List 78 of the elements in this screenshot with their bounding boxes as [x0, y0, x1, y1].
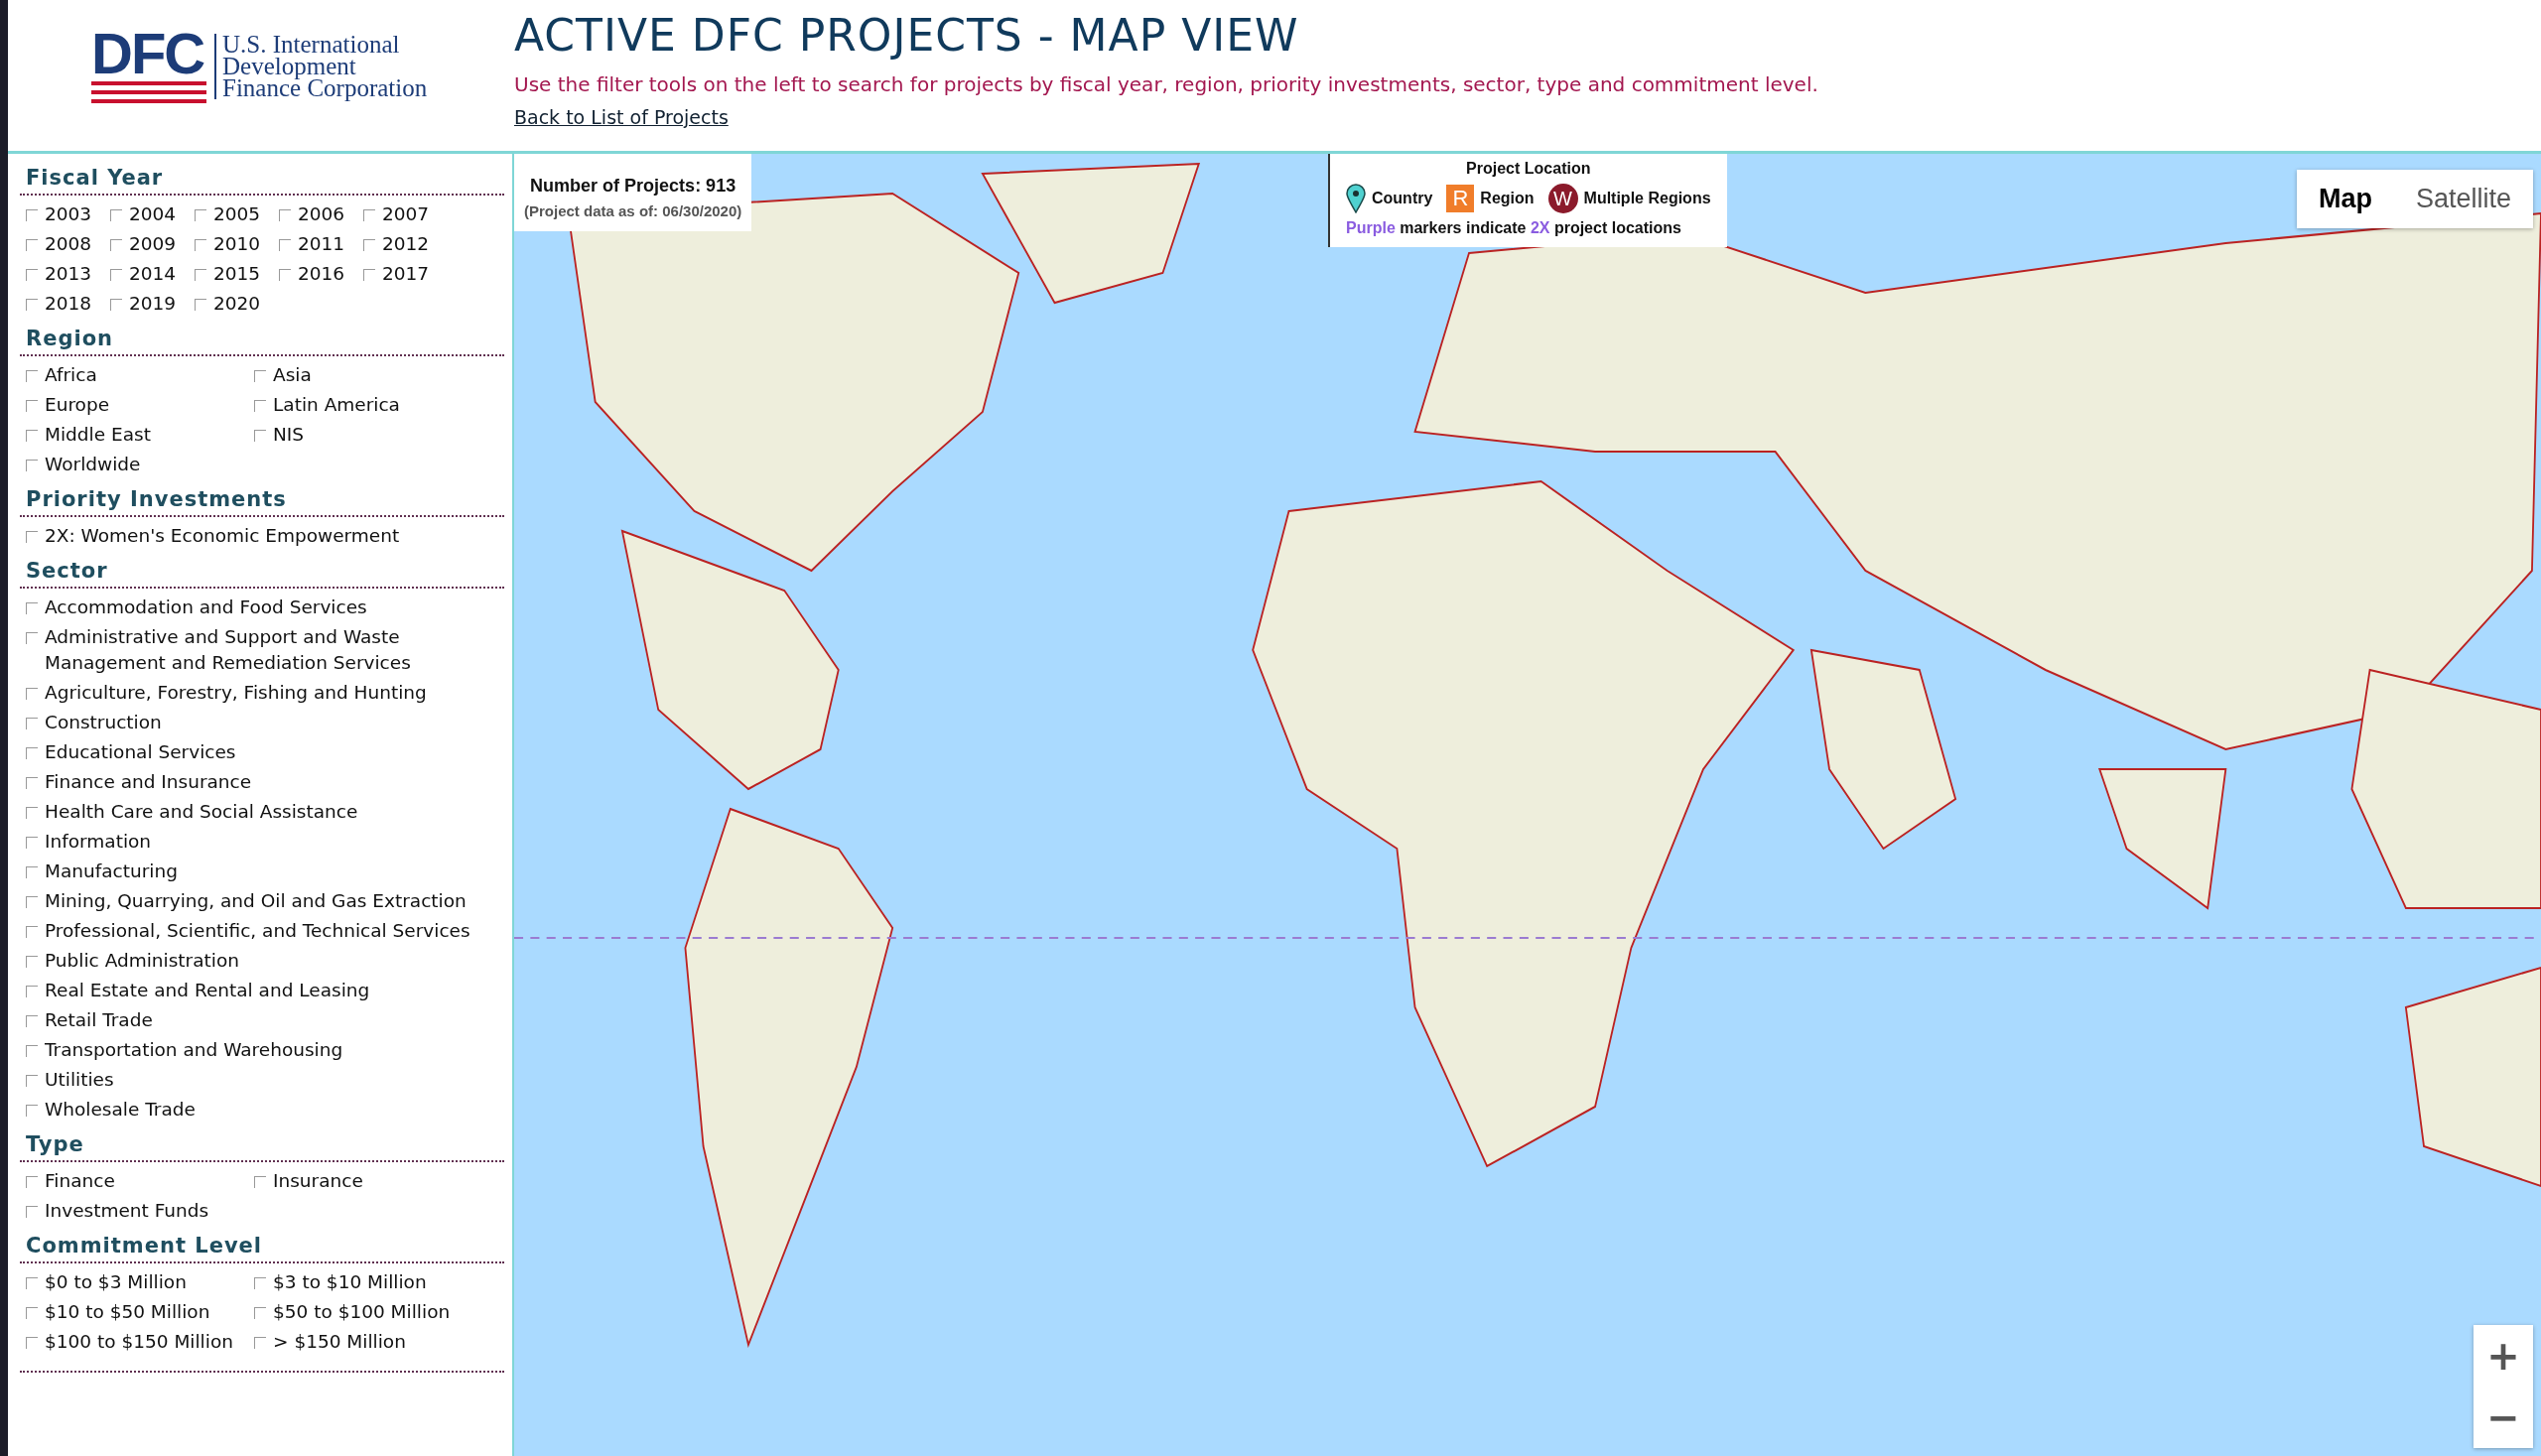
checkbox-label[interactable]: Latin America: [273, 392, 400, 418]
checkbox-label[interactable]: 2010: [213, 231, 261, 257]
checkbox-label[interactable]: Construction: [45, 710, 162, 735]
checkbox-label[interactable]: 2018: [45, 291, 92, 317]
data-date: (Project data as of: 06/30/2020): [524, 202, 742, 219]
checkbox-label[interactable]: Professional, Scientific, and Technical Services: [45, 918, 470, 944]
multi-region-marker-icon: W: [1547, 184, 1578, 213]
checkbox-label[interactable]: 2003: [45, 201, 92, 227]
logo-text: U.S. International Development Finance Corporation: [214, 34, 428, 99]
checkbox-label[interactable]: 2013: [45, 261, 92, 287]
checkbox-label[interactable]: Agriculture, Forestry, Fishing and Hunting: [45, 680, 427, 706]
checkbox-label[interactable]: Wholesale Trade: [45, 1097, 196, 1123]
filter-heading: Priority Investments: [20, 483, 504, 517]
checkbox-label[interactable]: Africa: [45, 362, 97, 388]
checkbox-label[interactable]: 2015: [213, 261, 261, 287]
checkbox-label[interactable]: Utilities: [45, 1067, 114, 1093]
checkbox-label[interactable]: Retail Trade: [45, 1007, 153, 1033]
checkbox-label[interactable]: Middle East: [45, 422, 151, 448]
filter-heading: Sector: [20, 555, 504, 589]
zoom-in-button[interactable]: +: [2474, 1325, 2533, 1387]
checkbox-label[interactable]: Finance and Insurance: [45, 769, 252, 795]
checkbox-label[interactable]: Accommodation and Food Services: [45, 595, 367, 620]
checkbox-label[interactable]: Administrative and Support and Waste Management and Remediation Services: [45, 624, 501, 676]
checkbox-label[interactable]: 2004: [129, 201, 177, 227]
checkbox-label[interactable]: $0 to $3 Million: [45, 1269, 187, 1295]
checkbox-label[interactable]: 2007: [382, 201, 430, 227]
checkbox-label[interactable]: Public Administration: [45, 948, 239, 974]
checkbox-label[interactable]: 2012: [382, 231, 430, 257]
project-count: Number of Projects: 913: [529, 176, 737, 197]
page-description: Use the filter tools on the left to search for projects by fiscal year, region, priority investments, sector, type and commitment level.: [514, 72, 1818, 96]
checkbox-label[interactable]: Worldwide: [45, 452, 141, 477]
checkbox-label[interactable]: Health Care and Social Assistance: [45, 799, 358, 825]
legend-title: Project Location: [1465, 160, 1592, 178]
filter-heading: Type: [20, 1128, 504, 1162]
checkbox-label[interactable]: 2019: [129, 291, 177, 317]
page-title: ACTIVE DFC PROJECTS - MAP VIEW: [514, 10, 1300, 61]
map-pin-icon: [1346, 184, 1366, 213]
map-type-tab[interactable]: Satellite: [2393, 170, 2533, 228]
region-marker-icon: R: [1446, 185, 1475, 212]
checkbox-label[interactable]: 2006: [298, 201, 345, 227]
checkbox-label[interactable]: 2014: [129, 261, 177, 287]
checkbox-label[interactable]: 2008: [45, 231, 92, 257]
checkbox-label[interactable]: Information: [45, 829, 152, 855]
checkbox-label[interactable]: Manufacturing: [45, 859, 178, 884]
checkbox-label[interactable]: 2X: Women's Economic Empowerment: [45, 523, 400, 549]
checkbox-label[interactable]: Finance: [45, 1168, 115, 1194]
checkbox-label[interactable]: 2020: [213, 291, 261, 317]
checkbox-label[interactable]: 2016: [298, 261, 345, 287]
checkbox-label[interactable]: Europe: [45, 392, 110, 418]
checkbox-label[interactable]: Transportation and Warehousing: [45, 1037, 343, 1063]
zoom-out-button[interactable]: −: [2474, 1387, 2533, 1448]
checkbox-label[interactable]: Mining, Quarrying, and Oil and Gas Extraction: [45, 888, 467, 914]
filter-heading: Commitment Level: [20, 1230, 504, 1263]
checkbox-label[interactable]: Educational Services: [45, 739, 236, 765]
checkbox-label[interactable]: > $150 Million: [273, 1329, 406, 1355]
checkbox-label[interactable]: 2005: [213, 201, 261, 227]
checkbox-label[interactable]: Asia: [273, 362, 312, 388]
legend-note: Purple markers indicate 2X project locations: [1346, 219, 1682, 237]
map-type-tab[interactable]: Map: [2296, 170, 2394, 228]
checkbox-label[interactable]: NIS: [273, 422, 305, 448]
filter-heading: Region: [20, 323, 504, 356]
back-link[interactable]: Back to List of Projects: [514, 106, 729, 128]
checkbox-label[interactable]: Insurance: [273, 1168, 363, 1194]
checkbox-label[interactable]: 2011: [298, 231, 345, 257]
checkbox-label[interactable]: $3 to $10 Million: [273, 1269, 427, 1295]
legend-label: Multiple Regions: [1583, 190, 1711, 207]
legend-label: Region: [1480, 190, 1535, 207]
filter-heading: Fiscal Year: [20, 162, 504, 196]
checkbox-label[interactable]: Real Estate and Rental and Leasing: [45, 978, 370, 1003]
checkbox-label[interactable]: 2017: [382, 261, 430, 287]
legend-label: Country: [1372, 190, 1433, 207]
checkbox-label[interactable]: $50 to $100 Million: [273, 1299, 451, 1325]
logo-wordmark: DFC: [91, 30, 205, 77]
checkbox-label[interactable]: Investment Funds: [45, 1198, 209, 1224]
checkbox-label[interactable]: $10 to $50 Million: [45, 1299, 210, 1325]
stripes-icon: [91, 81, 206, 103]
checkbox-label[interactable]: 2009: [129, 231, 177, 257]
checkbox-label[interactable]: $100 to $150 Million: [45, 1329, 233, 1355]
